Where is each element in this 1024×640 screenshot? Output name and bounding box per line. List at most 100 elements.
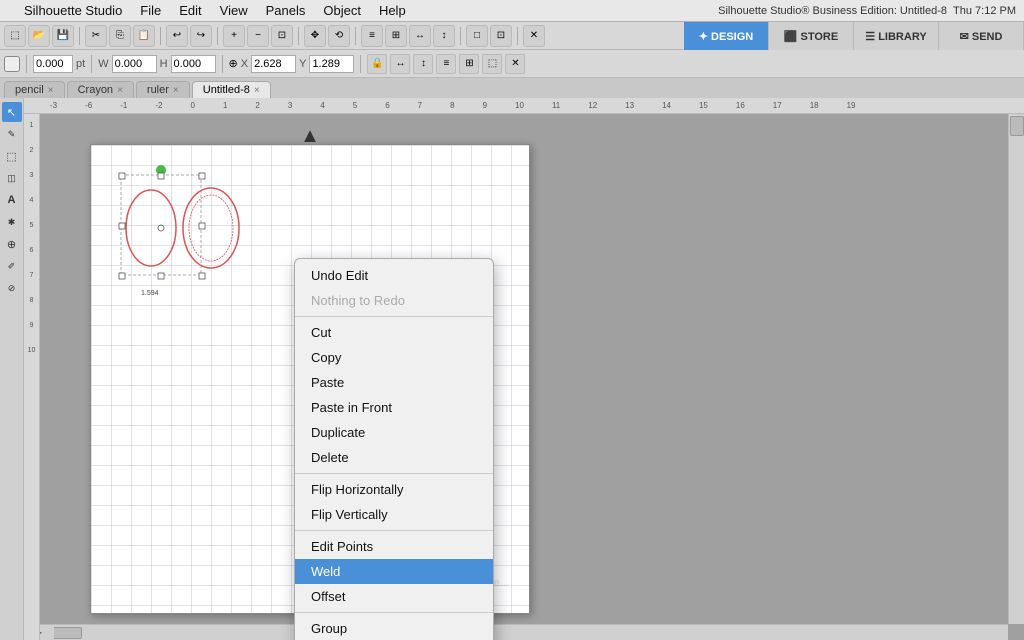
ctx-nothing-to-redo: Nothing to Redo <box>295 288 493 313</box>
close-btn[interactable]: ✕ <box>523 25 545 47</box>
ctx-offset[interactable]: Offset <box>295 584 493 609</box>
redo-btn[interactable]: ↪ <box>190 25 212 47</box>
design-button[interactable]: ✦ DESIGN <box>684 22 769 50</box>
sep6 <box>460 27 461 45</box>
main-area: ↖ ✎ ⬚ ◫ A ✱ ⊕ ✐ ⊘ -3-6-1-201234567891011… <box>0 98 1024 640</box>
ctx-cut[interactable]: Cut <box>295 320 493 345</box>
menu-silhouette-studio[interactable]: Silhouette Studio <box>16 1 130 20</box>
ruler-left: 12345678910 <box>24 114 40 640</box>
open-btn[interactable]: 📂 <box>28 25 50 47</box>
tab-pencil-close[interactable]: × <box>48 85 54 96</box>
select-tool-btn[interactable]: ↖ <box>2 102 22 122</box>
sep7 <box>517 27 518 45</box>
tab-pencil[interactable]: pencil × <box>4 81 65 98</box>
store-button[interactable]: ⬛ STORE <box>769 22 854 50</box>
distribute-btn[interactable]: ⊞ <box>385 25 407 47</box>
menu-edit[interactable]: Edit <box>171 1 209 20</box>
svg-text:1.594: 1.594 <box>141 290 159 297</box>
shape-tool-btn[interactable]: ⬚ <box>2 146 22 166</box>
ungroup-btn[interactable]: ⊡ <box>490 25 512 47</box>
copy-btn[interactable]: ⎘ <box>109 25 131 47</box>
save-btn[interactable]: 💾 <box>52 25 74 47</box>
left-toolbar: ↖ ✎ ⬚ ◫ A ✱ ⊕ ✐ ⊘ <box>0 98 24 640</box>
sep2 <box>160 27 161 45</box>
draw-tool-btn[interactable]: ✎ <box>2 124 22 144</box>
move-btn[interactable]: ✥ <box>304 25 326 47</box>
order-t2-btn[interactable]: ⬚ <box>482 54 502 74</box>
ctx-sep-1 <box>295 316 493 317</box>
paste-btn[interactable]: 📋 <box>133 25 155 47</box>
width-input[interactable]: 0.000 <box>112 55 157 73</box>
menu-panels[interactable]: Panels <box>258 1 314 20</box>
tab-ruler[interactable]: ruler × <box>136 81 190 98</box>
library-button[interactable]: ☰ LIBRARY <box>854 22 939 50</box>
scroll-thumb[interactable] <box>1010 116 1024 136</box>
transform-btn[interactable]: ⟲ <box>328 25 350 47</box>
tab-pencil-label: pencil <box>15 84 44 96</box>
zoom-tool-btn[interactable]: ⊕ <box>2 234 22 254</box>
pt-input[interactable] <box>33 55 73 73</box>
fill-tool-btn[interactable]: ✱ <box>2 212 22 232</box>
ctx-delete[interactable]: Delete <box>295 445 493 470</box>
zoom-out-btn[interactable]: − <box>247 25 269 47</box>
ctx-weld[interactable]: Weld <box>295 559 493 584</box>
context-menu: Undo Edit Nothing to Redo Cut Copy Paste… <box>294 258 494 640</box>
zoom-fit-btn[interactable]: ⊡ <box>271 25 293 47</box>
w-label: W <box>98 58 108 70</box>
menu-file[interactable]: File <box>132 1 169 20</box>
cut-btn[interactable]: ✂ <box>85 25 107 47</box>
scroll-up-arrow[interactable]: ▲ <box>300 125 320 148</box>
ctx-undo-edit[interactable]: Undo Edit <box>295 263 493 288</box>
flip-h-t2-btn[interactable]: ↔ <box>390 54 410 74</box>
menu-help[interactable]: Help <box>371 1 414 20</box>
height-input[interactable]: 0.000 <box>171 55 216 73</box>
group-t2-btn[interactable]: ⊞ <box>459 54 479 74</box>
ctx-duplicate[interactable]: Duplicate <box>295 420 493 445</box>
top-nav: ✦ DESIGN ⬛ STORE ☰ LIBRARY ✉ SEND <box>684 22 1024 50</box>
ctx-flip-vertically[interactable]: Flip Vertically <box>295 502 493 527</box>
knife-tool-btn[interactable]: ⊘ <box>2 278 22 298</box>
tab-untitled-close[interactable]: × <box>254 85 260 96</box>
sep-t2d <box>360 55 361 73</box>
align-btn[interactable]: ≡ <box>361 25 383 47</box>
ctx-paste-in-front[interactable]: Paste in Front <box>295 395 493 420</box>
x-input[interactable]: 2.628 <box>251 55 296 73</box>
undo-btn[interactable]: ↩ <box>166 25 188 47</box>
group-btn[interactable]: □ <box>466 25 488 47</box>
menu-view[interactable]: View <box>212 1 256 20</box>
x-label: X <box>241 58 248 70</box>
delete-t2-btn[interactable]: ✕ <box>505 54 525 74</box>
horizontal-scrollbar[interactable] <box>40 624 1008 640</box>
eraser-tool-btn[interactable]: ✐ <box>2 256 22 276</box>
canvas-area: -3-6-1-2012345678910111213141516171819 1… <box>24 98 1024 640</box>
ctx-group[interactable]: Group <box>295 616 493 640</box>
menu-object[interactable]: Object <box>315 1 369 20</box>
tab-crayon[interactable]: Crayon × <box>67 81 134 98</box>
send-button[interactable]: ✉ SEND <box>939 22 1024 50</box>
crop-tool-btn[interactable]: ◫ <box>2 168 22 188</box>
menu-bar: Silhouette Studio File Edit View Panels … <box>0 0 1024 22</box>
sep5 <box>355 27 356 45</box>
y-input[interactable]: 1.289 <box>309 55 354 73</box>
flip-h-btn[interactable]: ↔ <box>409 25 431 47</box>
flip-v-t2-btn[interactable]: ↕ <box>413 54 433 74</box>
tab-crayon-label: Crayon <box>78 84 113 96</box>
properties-toolbar: pt W 0.000 H 0.000 ⊕ X 2.628 Y 1.289 🔒 ↔… <box>0 50 1024 78</box>
vertical-scrollbar[interactable] <box>1008 114 1024 624</box>
flip-v-btn[interactable]: ↕ <box>433 25 455 47</box>
lock-aspect-btn[interactable]: 🔒 <box>367 54 387 74</box>
tab-untitled[interactable]: Untitled-8 × <box>192 81 271 98</box>
new-btn[interactable]: ⬚ <box>4 25 26 47</box>
window-title: Silhouette Studio® Business Edition: Unt… <box>718 5 947 17</box>
tab-ruler-close[interactable]: × <box>173 85 179 96</box>
ctx-flip-horizontally[interactable]: Flip Horizontally <box>295 477 493 502</box>
ctx-paste[interactable]: Paste <box>295 370 493 395</box>
align-t2-btn[interactable]: ≡ <box>436 54 456 74</box>
ctx-copy[interactable]: Copy <box>295 345 493 370</box>
tab-crayon-close[interactable]: × <box>117 85 123 96</box>
sep-t2b <box>91 55 92 73</box>
y-label: Y <box>299 58 306 70</box>
text-tool-btn[interactable]: A <box>2 190 22 210</box>
zoom-in-btn[interactable]: + <box>223 25 245 47</box>
ctx-edit-points[interactable]: Edit Points <box>295 534 493 559</box>
